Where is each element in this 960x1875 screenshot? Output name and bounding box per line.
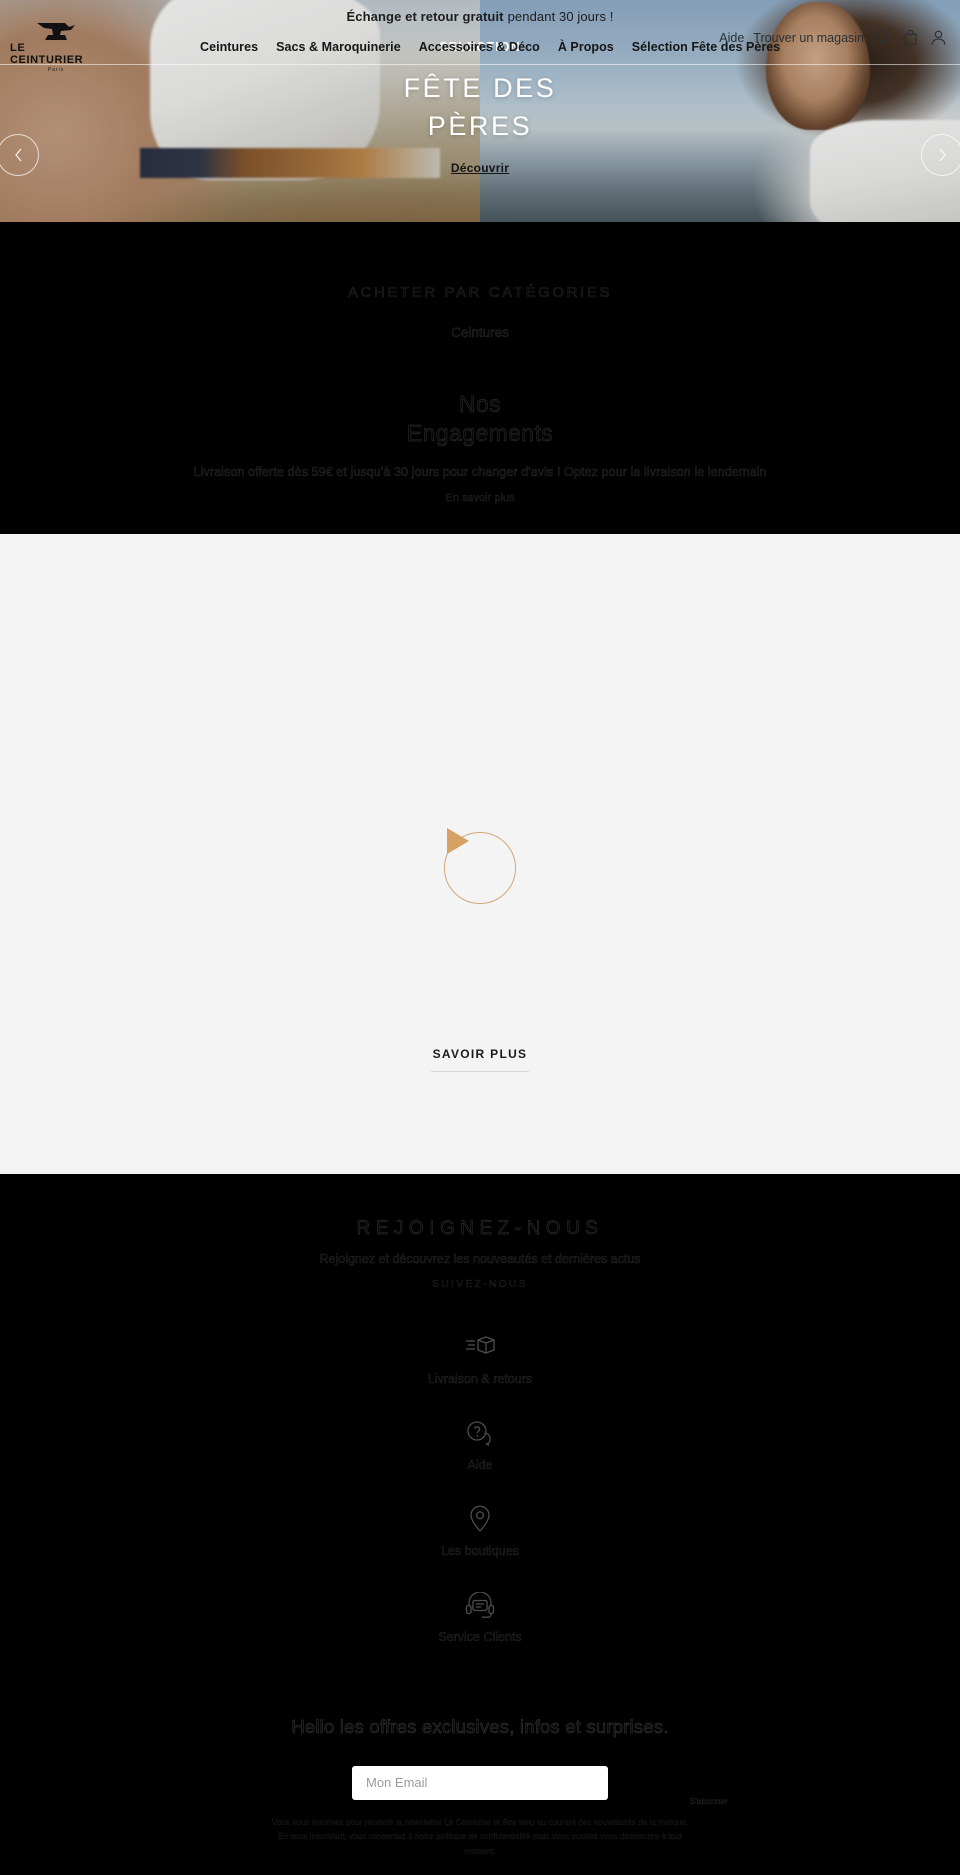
footer-follow-label: SUIVEZ-NOUS [432,1277,528,1290]
footer-link-label: Aide [467,1457,493,1472]
footer-link-label: Livraison & retours [427,1371,533,1386]
nav-item-ceintures[interactable]: Ceintures [200,40,258,54]
nav-utility-trouver-un-magasin[interactable]: Trouver un magasin [753,31,864,45]
location-pin-icon [0,1504,960,1534]
chevron-left-icon [14,148,21,162]
footer-links: Livraison & retours Aide Les boutiques S… [0,1332,960,1644]
search-icon[interactable] [873,28,892,47]
nav-item-accessoires-deco[interactable]: Accessoires & Déco [419,40,540,54]
savoir-plus-underline [431,1070,529,1073]
commitments-title: Nos Engagements [0,390,960,449]
footer-link-label: Les boutiques [441,1543,519,1558]
content-loading-section: SAVOIR PLUS [0,533,960,1174]
commitments-description: Livraison offerte dès 59€ et jusqu'à 30 … [193,464,767,479]
nav-item-a-propos[interactable]: À Propos [558,40,614,54]
hero-title-line-2: PÈRES [427,111,533,142]
headset-icon [0,1590,960,1620]
newsletter-title: Hello les offres exclusives, infos et su… [291,1715,669,1737]
question-bubble-icon [0,1418,960,1448]
loading-spinner-icon [444,827,516,904]
shopping-bag-icon[interactable] [901,28,920,47]
announcement-rest: pendant 30 jours ! [507,8,614,24]
newsletter-section: Hello les offres exclusives, infos et su… [0,1716,960,1875]
newsletter-email-input[interactable] [352,1765,608,1800]
category-item-ceintures[interactable]: Ceintures [0,325,960,340]
footer-link-label: Service Clients [438,1629,522,1644]
commitments-section: Nos Engagements Livraison offerte dès 59… [0,390,960,504]
announcement-bold: Échange et retour gratuit [346,8,504,24]
account-icon[interactable] [929,28,948,47]
newsletter-submit-button[interactable]: S'abonner [689,1796,728,1806]
newsletter-legal-text: Vous vous inscrivez pour recevoir la new… [271,1817,689,1856]
nav-utility-aide[interactable]: Aide [719,31,744,45]
header-utility-bar: Aide Trouver un magasin [719,28,948,47]
anvil-icon [35,19,77,41]
nav-links: Ceintures Sacs & Maroquinerie Accessoire… [200,40,780,54]
footer-link-service-clients[interactable]: Service Clients [0,1590,960,1644]
footer-link-les-boutiques[interactable]: Les boutiques [0,1504,960,1558]
savoir-plus-label: SAVOIR PLUS [432,1046,528,1061]
savoir-plus-button[interactable]: SAVOIR PLUS [431,1047,529,1073]
footer-join-subtitle: Rejoignez et découvrez les nouveautés et… [319,1251,641,1266]
commitments-title-line-1: Nos [458,391,502,417]
delivery-box-icon [0,1332,960,1362]
footer-link-livraison-retours[interactable]: Livraison & retours [0,1332,960,1386]
commitments-link[interactable]: En savoir plus [0,492,960,504]
footer-link-aide[interactable]: Aide [0,1418,960,1472]
chevron-right-icon [939,148,946,162]
categories-section: ACHETER PAR CATÉGORIES Ceintures Nos Eng… [0,222,960,534]
logo-wordmark: LE CEINTURIER [10,42,84,66]
commitments-title-line-2: Engagements [406,420,554,447]
logo-tagline: Paris [47,67,65,73]
nav-item-sacs-maroquinerie[interactable]: Sacs & Maroquinerie [276,40,401,54]
newsletter-form [0,1765,960,1800]
carousel-next-button[interactable] [921,134,960,176]
categories-heading: ACHETER PAR CATÉGORIES [347,284,613,301]
hero-title: FÊTE DES PÈRES [0,69,960,146]
site-logo[interactable]: LE CEINTURIER Paris [10,19,102,73]
spinner-arrow [447,827,469,854]
hero-carousel: Échange et retour gratuit pendant 30 jou… [0,0,960,222]
page-root: Échange et retour gratuit pendant 30 jou… [0,0,960,1875]
footer: REJOIGNEZ-NOUS Rejoignez et découvrez le… [0,1173,960,1875]
hero-title-line-1: FÊTE DES [403,73,557,103]
hero-cta-button[interactable]: Découvrir [451,161,509,175]
footer-join-title: REJOIGNEZ-NOUS [356,1217,604,1239]
